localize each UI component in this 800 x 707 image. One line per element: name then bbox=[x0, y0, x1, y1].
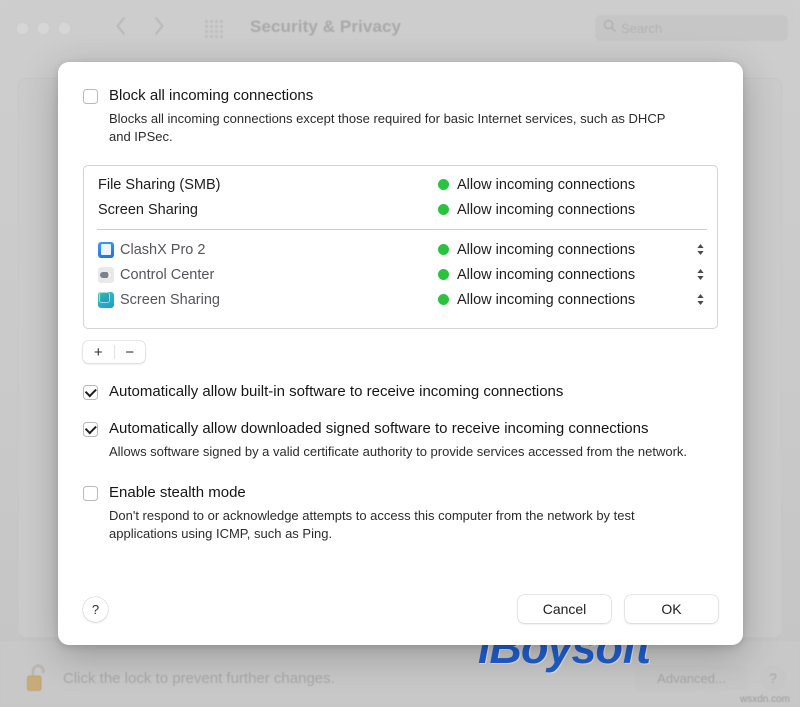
lock-row[interactable]: Click the lock to prevent further change… bbox=[25, 661, 335, 695]
stealth-mode-row[interactable]: Enable stealth mode bbox=[83, 485, 718, 501]
window-bottom-bar: Click the lock to prevent further change… bbox=[0, 641, 800, 707]
search-placeholder: Search bbox=[621, 20, 663, 36]
advanced-button[interactable]: Advanced... bbox=[635, 665, 748, 691]
screen: Security & Privacy Search Click the lock… bbox=[0, 0, 800, 707]
search-field[interactable]: Search bbox=[595, 15, 788, 41]
rule-status-label: Allow incoming connections bbox=[457, 291, 636, 308]
unlocked-padlock-icon[interactable] bbox=[25, 661, 51, 695]
ok-button[interactable]: OK bbox=[625, 595, 718, 623]
minimize-button[interactable] bbox=[37, 22, 50, 35]
rule-status: Allow incoming connections bbox=[438, 177, 705, 193]
rule-name-label: ClashX Pro 2 bbox=[120, 241, 206, 258]
status-dot-icon bbox=[438, 179, 449, 190]
control-center-app-icon bbox=[98, 266, 114, 283]
window-help-button[interactable]: ? bbox=[760, 665, 786, 691]
table-row[interactable]: File Sharing (SMB) Allow incoming connec… bbox=[84, 172, 717, 197]
rule-status-label: Allow incoming connections bbox=[457, 201, 636, 218]
stealth-mode-description: Don't respond to or acknowledge attempts… bbox=[109, 508, 635, 541]
zoom-button[interactable] bbox=[58, 22, 71, 35]
back-icon[interactable] bbox=[115, 16, 127, 36]
table-row[interactable]: Screen Sharing Allow incoming connection… bbox=[84, 197, 717, 222]
add-app-button[interactable]: + bbox=[83, 341, 114, 363]
rule-popup-stepper[interactable] bbox=[695, 293, 705, 306]
forward-icon[interactable] bbox=[153, 16, 165, 36]
table-row[interactable]: ClashX Pro 2 Allow incoming connections bbox=[84, 237, 717, 262]
allow-signed-software-label: Automatically allow downloaded signed so… bbox=[109, 420, 649, 437]
cancel-button[interactable]: Cancel bbox=[518, 595, 611, 623]
lock-status-text: Click the lock to prevent further change… bbox=[63, 669, 335, 687]
stealth-mode-checkbox[interactable] bbox=[83, 486, 98, 501]
search-icon bbox=[603, 19, 616, 37]
block-all-connections-row[interactable]: Block all incoming connections bbox=[83, 88, 718, 104]
allow-builtin-software-checkbox[interactable] bbox=[83, 385, 98, 400]
block-all-connections-description: Blocks all incoming connections except t… bbox=[109, 111, 666, 144]
rule-status-label: Allow incoming connections bbox=[457, 266, 636, 283]
rule-name-with-icon: Control Center bbox=[98, 266, 438, 283]
rule-popup-stepper[interactable] bbox=[695, 243, 705, 256]
rule-status: Allow incoming connections bbox=[438, 242, 695, 258]
page-title: Security & Privacy bbox=[250, 17, 402, 36]
rule-name-label: Screen Sharing bbox=[120, 291, 220, 308]
status-dot-icon bbox=[438, 204, 449, 215]
rule-popup-stepper[interactable] bbox=[695, 268, 705, 281]
rule-name-label: Control Center bbox=[120, 266, 215, 283]
status-dot-icon bbox=[438, 294, 449, 305]
show-all-grid-icon[interactable] bbox=[205, 20, 223, 38]
allow-signed-software-checkbox[interactable] bbox=[83, 422, 98, 437]
allow-signed-software-row[interactable]: Automatically allow downloaded signed so… bbox=[83, 421, 718, 437]
close-button[interactable] bbox=[16, 22, 29, 35]
rule-name: Screen Sharing bbox=[98, 201, 198, 218]
rule-status: Allow incoming connections bbox=[438, 292, 695, 308]
rule-status-label: Allow incoming connections bbox=[457, 241, 636, 258]
rule-name: File Sharing (SMB) bbox=[98, 176, 221, 193]
traffic-lights bbox=[16, 22, 71, 35]
dialog-footer: ? Cancel OK bbox=[83, 595, 718, 623]
rule-name-with-icon: ClashX Pro 2 bbox=[98, 241, 438, 258]
allow-builtin-software-label: Automatically allow built-in software to… bbox=[109, 383, 564, 400]
allow-builtin-software-row[interactable]: Automatically allow built-in software to… bbox=[83, 384, 718, 400]
block-all-connections-label: Block all incoming connections bbox=[109, 87, 314, 104]
table-row[interactable]: Control Center Allow incoming connection… bbox=[84, 262, 717, 287]
screen-sharing-app-icon bbox=[98, 291, 114, 308]
site-credit: wsxdn.com bbox=[739, 694, 790, 705]
list-divider bbox=[97, 229, 707, 230]
clashx-app-icon bbox=[98, 241, 114, 258]
status-dot-icon bbox=[438, 269, 449, 280]
add-remove-segmented-control[interactable]: + − bbox=[83, 341, 145, 363]
rule-name-with-icon: Screen Sharing bbox=[98, 291, 438, 308]
navigation-arrows bbox=[115, 16, 165, 36]
window-toolbar: Security & Privacy Search bbox=[0, 0, 800, 55]
rule-status: Allow incoming connections bbox=[438, 267, 695, 283]
rule-status: Allow incoming connections bbox=[438, 202, 705, 218]
remove-app-button[interactable]: − bbox=[115, 341, 146, 363]
rule-status-label: Allow incoming connections bbox=[457, 176, 636, 193]
stealth-mode-label: Enable stealth mode bbox=[109, 484, 246, 501]
table-row[interactable]: Screen Sharing Allow incoming connection… bbox=[84, 287, 717, 312]
block-all-connections-checkbox[interactable] bbox=[83, 89, 98, 104]
firewall-options-sheet: Block all incoming connections Blocks al… bbox=[58, 62, 743, 645]
status-dot-icon bbox=[438, 244, 449, 255]
allow-signed-software-description: Allows software signed by a valid certif… bbox=[109, 444, 688, 459]
firewall-rules-list[interactable]: File Sharing (SMB) Allow incoming connec… bbox=[83, 165, 718, 329]
dialog-help-button[interactable]: ? bbox=[83, 596, 108, 622]
